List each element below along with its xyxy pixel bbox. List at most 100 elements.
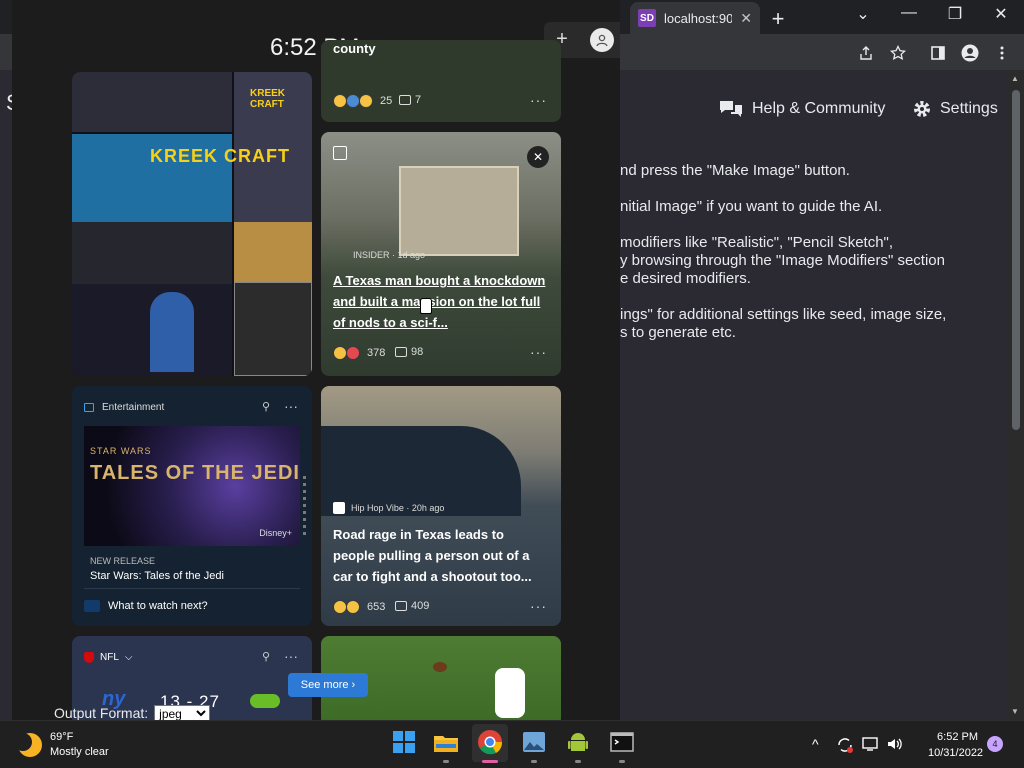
image-title: TALES OF THE JEDI [90,462,300,484]
release-title[interactable]: Star Wars: Tales of the Jedi [90,570,224,582]
mouse-cursor-icon [420,298,432,314]
collage-tile [234,282,312,376]
image-icon [333,146,347,160]
source-label: Hip Hop Vibe · 20h ago [351,503,445,513]
app-indicator [575,760,581,763]
tray-clock[interactable]: 6:52 PM 10/31/2022 [928,729,984,761]
card-headline[interactable]: A Texas man bought a knockdown and built… [333,270,549,333]
news-card-road-rage[interactable]: Hip Hop Vibe · 20h ago Road rage in Texa… [321,386,561,626]
source-logo [333,502,345,514]
chat-bubbles-icon [720,101,742,117]
android-icon[interactable] [564,728,592,756]
gear-icon [914,101,930,117]
see-more-button[interactable]: See more › [288,673,368,697]
what-to-watch-label: What to watch next? [108,600,208,612]
dismiss-card-button[interactable]: ✕ [527,146,549,168]
comment-count: 98 [411,346,424,358]
sync-icon[interactable] [836,736,854,757]
settings-link[interactable]: Settings [912,96,998,122]
pin-icon[interactable]: ⚲ [262,400,270,413]
comment-icon [395,347,407,357]
more-options-button[interactable]: ··· [284,648,298,664]
entertainment-card[interactable]: Entertainment ⚲ ··· STAR WARS TALES OF T… [72,386,312,626]
chevron-down-icon[interactable]: ⌵ [125,652,133,663]
moon-icon [14,733,42,757]
comments-button[interactable]: 98 [395,346,423,358]
reactions[interactable]: 378 [333,346,385,360]
reaction-icon [346,600,360,614]
new-tab-button[interactable]: + [768,6,788,32]
comments-button[interactable]: 7 [399,94,421,106]
carousel-indicator[interactable] [303,476,306,536]
user-avatar[interactable] [590,28,614,52]
weather-widget[interactable]: 69°F Mostly clear [14,730,109,760]
app-indicator [443,760,449,763]
app-indicator [619,760,625,763]
tab-search-button[interactable]: ⌄ [850,4,876,24]
card-headline[interactable]: Road rage in Texas leads to people pulli… [333,524,549,587]
tray-chevron-icon[interactable]: ^ [812,736,819,752]
reactions[interactable]: 25 [333,94,392,108]
collage-tile [72,222,232,284]
tab-close-icon[interactable]: ✕ [740,10,752,27]
settings-label: Settings [940,100,998,117]
help-community-link[interactable]: Help & Community [718,96,885,122]
chrome-icon[interactable] [476,728,504,756]
video-collage-card[interactable]: KREEK CRAFT KREEK CRAFT [72,72,312,376]
tray-date: 10/31/2022 [928,747,984,759]
help-line: ings" for additional settings like seed,… [620,306,947,323]
scroll-down-icon[interactable]: ▼ [1011,707,1019,716]
profile-icon[interactable] [960,43,980,63]
comments-button[interactable]: 409 [395,600,429,612]
comment-icon [395,601,407,611]
scrollbar-thumb[interactable] [1012,90,1020,430]
news-card-mansion[interactable]: ✕ INSIDER · 1d ago A Texas man bought a … [321,132,561,376]
photos-icon[interactable] [520,728,548,756]
card-source: Hip Hop Vibe · 20h ago [333,502,444,514]
more-options-button[interactable]: ··· [530,344,547,360]
notification-badge[interactable]: 4 [987,736,1003,752]
minimize-button[interactable]: — [896,4,922,22]
page-scrollbar[interactable]: ▲ ▼ [1008,70,1024,720]
what-to-watch-link[interactable]: What to watch next? [84,600,208,612]
share-icon[interactable] [856,43,876,63]
reaction-icon [333,600,347,614]
collage-person [150,292,194,372]
reaction-icon [359,94,373,108]
reaction-icon [333,346,347,360]
app-indicator-active [482,760,498,763]
more-options-button[interactable]: ··· [530,598,547,614]
weather-temp: 69°F [50,731,74,743]
sidebar-icon[interactable] [928,43,948,63]
display-icon[interactable] [862,736,880,755]
reactions[interactable]: 653 [333,600,385,614]
more-options-button[interactable]: ··· [284,398,298,414]
browser-menu-icon[interactable] [992,43,1012,63]
restore-button[interactable]: ❐ [942,4,968,24]
terminal-icon[interactable] [608,728,636,756]
file-explorer-icon[interactable] [432,728,460,756]
collage-tile [72,72,232,132]
app-indicator [531,760,537,763]
image-subtitle: STAR WARS [90,446,152,456]
windows-start-icon[interactable] [390,728,418,756]
speaker-icon[interactable] [886,736,904,755]
football-image [433,662,447,672]
star-icon[interactable] [888,43,908,63]
more-options-button[interactable]: ··· [530,92,547,108]
reaction-icon [346,94,360,108]
close-window-button[interactable]: ✕ [988,4,1014,24]
output-format-select[interactable]: jpeg [154,705,211,721]
news-card-top[interactable]: county 25 7 ··· [321,40,561,122]
collage-brand-small: KREEK CRAFT [250,88,286,110]
tab-localhost[interactable]: SD localhost:90 ✕ [630,2,760,34]
comment-count: 409 [411,600,430,612]
disney-plus-logo: Disney+ [259,528,292,538]
reaction-count: 378 [367,347,386,359]
pin-icon[interactable]: ⚲ [262,650,270,663]
tales-of-the-jedi-image[interactable]: STAR WARS TALES OF THE JEDI Disney+ [84,426,300,546]
nfl-header[interactable]: NFL ⌵ [84,652,133,663]
widgets-panel: 6:52 PM + KREEK CRAFT KREEK CRAFT county [12,0,620,720]
help-line: modifiers like "Realistic", "Pencil Sket… [620,234,894,251]
scroll-up-icon[interactable]: ▲ [1011,74,1019,83]
